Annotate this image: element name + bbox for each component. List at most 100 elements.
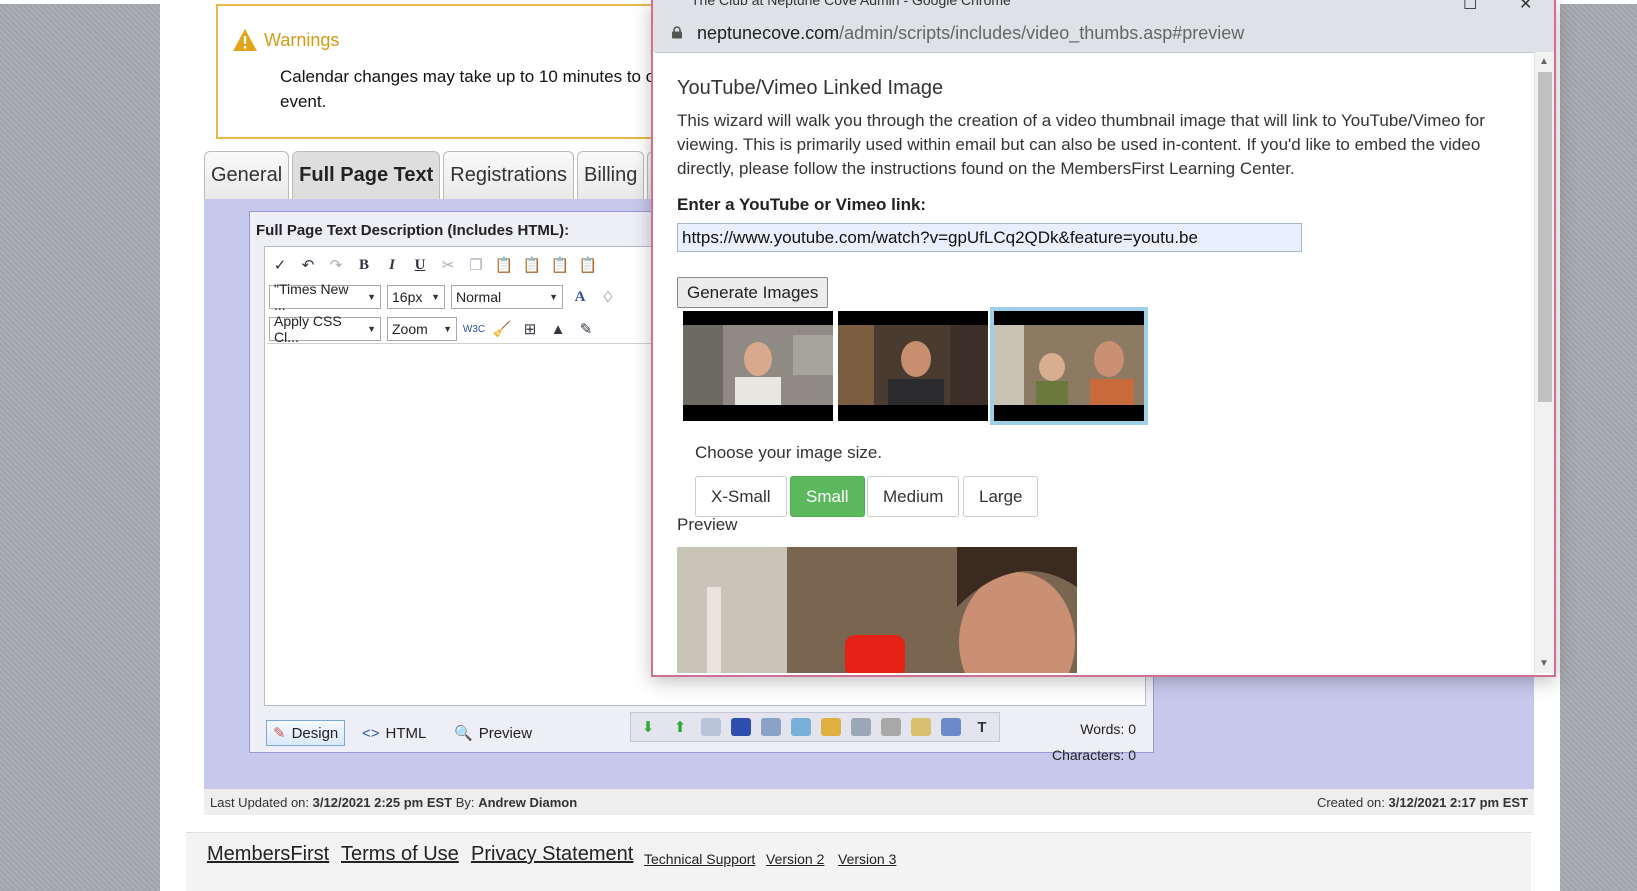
size-small-button[interactable]: Small	[790, 476, 865, 517]
insert-toolbar: ⬇ ⬆ T	[630, 712, 1000, 742]
footer-link-version-2[interactable]: Version 2	[766, 851, 824, 867]
tab-general[interactable]: General	[204, 151, 290, 199]
preview-mode-button[interactable]: 🔍 Preview	[448, 720, 538, 746]
tab-registrations[interactable]: Registrations	[443, 151, 574, 199]
select-all-icon[interactable]: ⊞	[519, 318, 541, 340]
font-color-icon[interactable]: A	[569, 286, 591, 308]
link-icon[interactable]	[851, 718, 871, 736]
preview-image	[677, 547, 1077, 673]
spellcheck-icon[interactable]: ✓	[269, 254, 291, 276]
highlight-icon[interactable]: ♢	[597, 286, 619, 308]
image-icon[interactable]	[821, 718, 841, 736]
paste-text-icon[interactable]: 📋	[549, 254, 571, 276]
editor-counts: Words: 0 Characters: 0	[1052, 716, 1136, 768]
paste-icon[interactable]: 📋	[493, 254, 515, 276]
close-icon[interactable]: ✕	[1519, 0, 1532, 14]
thumbnail-image	[994, 325, 1144, 405]
underline-button[interactable]: U	[409, 254, 431, 276]
magnifier-icon: 🔍	[454, 725, 473, 742]
arrow-down-icon[interactable]: ⬇	[637, 716, 659, 738]
media-icon[interactable]	[761, 718, 781, 736]
footer-link-version-3[interactable]: Version 3	[838, 851, 896, 867]
format-value: Normal	[456, 289, 502, 305]
wizard-description: This wizard will walk you through the cr…	[677, 111, 1485, 178]
paste-html-icon[interactable]: 📋	[577, 254, 599, 276]
font-size-select[interactable]: 16px ▼	[387, 285, 445, 309]
design-mode-label: Design	[291, 724, 339, 742]
last-updated: Last Updated on: 3/12/2021 2:25 pm EST B…	[210, 795, 577, 810]
created-date: 3/12/2021 2:17 pm EST	[1388, 795, 1528, 810]
flash-icon[interactable]	[791, 718, 811, 736]
scroll-down-arrow-icon[interactable]: ▼	[1539, 658, 1549, 669]
size-large-button[interactable]: Large	[963, 476, 1039, 517]
css-class-value: Apply CSS Cl...	[274, 313, 342, 345]
url-domain: neptunecove.com	[697, 23, 840, 43]
track-changes-icon[interactable]: ✎	[575, 318, 597, 340]
bold-button[interactable]: B	[353, 254, 375, 276]
module-manager-icon[interactable]: ▲	[547, 318, 569, 340]
updated-by: Andrew Diamon	[478, 795, 578, 810]
toolbar-row-3: Apply CSS Cl... ▼ Zoom ▼ W3C 🧹 ⊞ ▲ ✎	[269, 313, 597, 345]
character-count: Characters: 0	[1051, 747, 1136, 763]
copy-icon[interactable]: ❐	[465, 254, 487, 276]
footer-link-technical-support[interactable]: Technical Support	[644, 851, 755, 867]
unlink-icon[interactable]	[881, 718, 901, 736]
maximize-icon[interactable]: ☐	[1463, 0, 1477, 14]
thumbnail-option-2[interactable]	[838, 311, 988, 421]
chevron-down-icon: ▼	[443, 324, 452, 334]
design-mode-button[interactable]: ✎ Design	[266, 720, 346, 746]
font-size-value: 16px	[392, 289, 423, 305]
document-icon[interactable]	[911, 718, 931, 736]
updated-prefix: Last Updated on:	[210, 795, 310, 810]
html-mode-label: HTML	[385, 724, 427, 742]
cut-icon[interactable]: ✂	[437, 254, 459, 276]
scrollbar-thumb[interactable]	[1538, 72, 1552, 402]
toolbar-row-2: "Times New ... ▼ 16px ▼ Normal ▼ A ♢	[269, 281, 619, 313]
footer-link-terms[interactable]: Terms of Use	[341, 843, 459, 866]
popup-title-bar: The Club at Neptune Cove Admin - Google …	[653, 0, 1554, 14]
address-bar[interactable]: neptunecove.com/admin/scripts/includes/v…	[653, 14, 1554, 52]
tab-bar: General Full Page Text Registrations Bil…	[204, 151, 676, 199]
generate-images-button[interactable]: Generate Images	[677, 277, 829, 308]
tab-billing[interactable]: Billing	[576, 151, 645, 199]
popup-window-title: The Club at Neptune Cove Admin - Google …	[691, 0, 1011, 8]
tab-full-page-text[interactable]: Full Page Text	[292, 151, 441, 199]
html-mode-button[interactable]: <> HTML	[356, 720, 432, 746]
created-prefix: Created on:	[1316, 795, 1385, 810]
paste-word-icon[interactable]: 📋	[521, 254, 543, 276]
arrow-up-icon[interactable]: ⬆	[669, 716, 691, 738]
warnings-title: Warnings	[264, 29, 340, 50]
undo-icon[interactable]: ↶	[297, 254, 319, 276]
popup-scrollbar[interactable]: ▲ ▼	[1534, 52, 1554, 673]
footer-link-membersfirst[interactable]: MembersFirst	[207, 843, 329, 866]
thumbnail-option-1[interactable]	[683, 311, 833, 421]
size-medium-button[interactable]: Medium	[867, 476, 960, 517]
thumbnail-option-3[interactable]	[990, 307, 1148, 425]
redo-icon[interactable]: ↷	[325, 254, 347, 276]
thumbnail-image	[838, 325, 988, 405]
video-link-input[interactable]	[677, 223, 1302, 252]
w3c-icon[interactable]: W3C	[463, 318, 485, 340]
format-select[interactable]: Normal ▼	[451, 285, 563, 309]
font-family-select[interactable]: "Times New ... ▼	[269, 281, 381, 313]
zoom-select[interactable]: Zoom ▼	[387, 317, 457, 341]
editor-label: Full Page Text Description (Includes HTM…	[256, 222, 570, 239]
text-icon[interactable]: T	[971, 716, 993, 738]
size-xsmall-button[interactable]: X-Small	[695, 476, 787, 517]
thumbnail-image	[683, 325, 833, 405]
italic-button[interactable]: I	[381, 254, 403, 276]
video-icon[interactable]	[731, 718, 751, 736]
table-icon[interactable]	[701, 718, 721, 736]
code-icon: <>	[362, 724, 380, 742]
format-stripper-icon[interactable]: 🧹	[491, 318, 513, 340]
preview-thumbnail	[677, 547, 1077, 673]
chevron-down-icon: ▼	[367, 292, 376, 302]
font-family-value: "Times New ...	[274, 281, 349, 313]
scroll-up-arrow-icon[interactable]: ▲	[1539, 56, 1549, 67]
footer: MembersFirst Terms of Use Privacy Statem…	[186, 832, 1531, 891]
edit-icon[interactable]	[941, 718, 961, 736]
url-path: /admin/scripts/includes/video_thumbs.asp…	[839, 23, 1245, 43]
link-label: Enter a YouTube or Vimeo link:	[677, 195, 927, 214]
css-class-select[interactable]: Apply CSS Cl... ▼	[269, 313, 381, 345]
footer-link-privacy[interactable]: Privacy Statement	[471, 843, 633, 866]
